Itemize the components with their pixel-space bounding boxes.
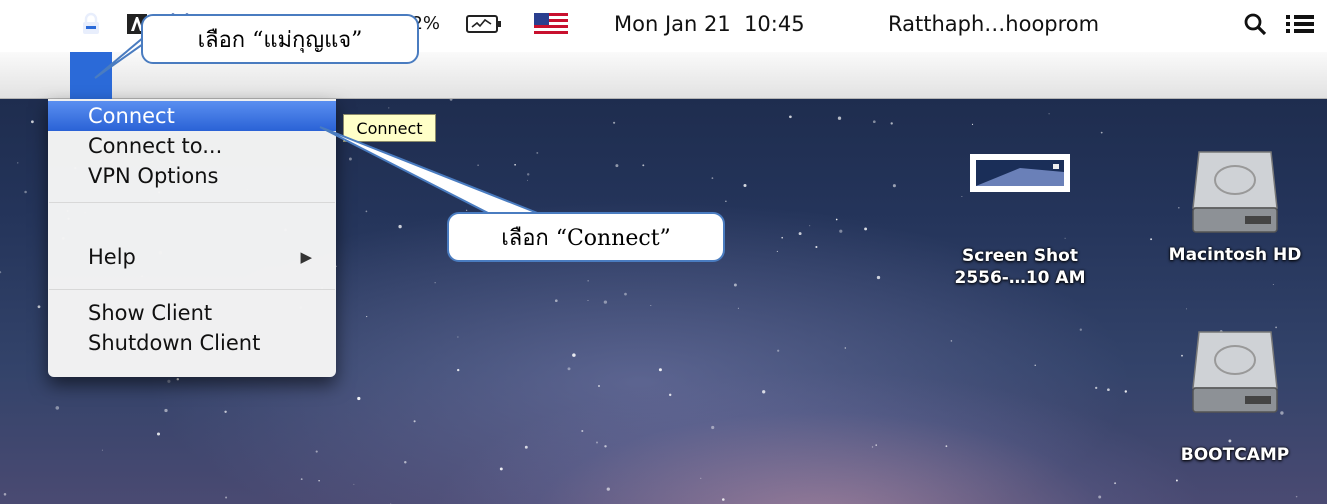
- desktop-icon-screenshot[interactable]: Screen Shot 2556-…10 AM: [930, 150, 1110, 289]
- screenshot-thumbnail-icon: [970, 154, 1070, 192]
- connect-callout-pointer: [319, 126, 541, 215]
- connect-callout: เลือก “Connect”: [447, 212, 725, 262]
- desktop-icon-label: Macintosh HD: [1168, 245, 1302, 265]
- desktop-icon-macintosh-hd[interactable]: Macintosh HD: [1150, 148, 1320, 266]
- desktop-icon-label: Screen Shot: [962, 246, 1078, 266]
- hard-drive-icon: [1192, 151, 1278, 233]
- desktop-icon-label: 2556-…10 AM: [954, 268, 1086, 288]
- desktop-icon-label: BOOTCAMP: [1180, 445, 1290, 465]
- desktop-icon-bootcamp[interactable]: BOOTCAMP: [1150, 328, 1320, 466]
- lock-callout: เลือก “แม่กุญแจ”: [141, 14, 419, 64]
- hard-drive-icon: [1192, 331, 1278, 413]
